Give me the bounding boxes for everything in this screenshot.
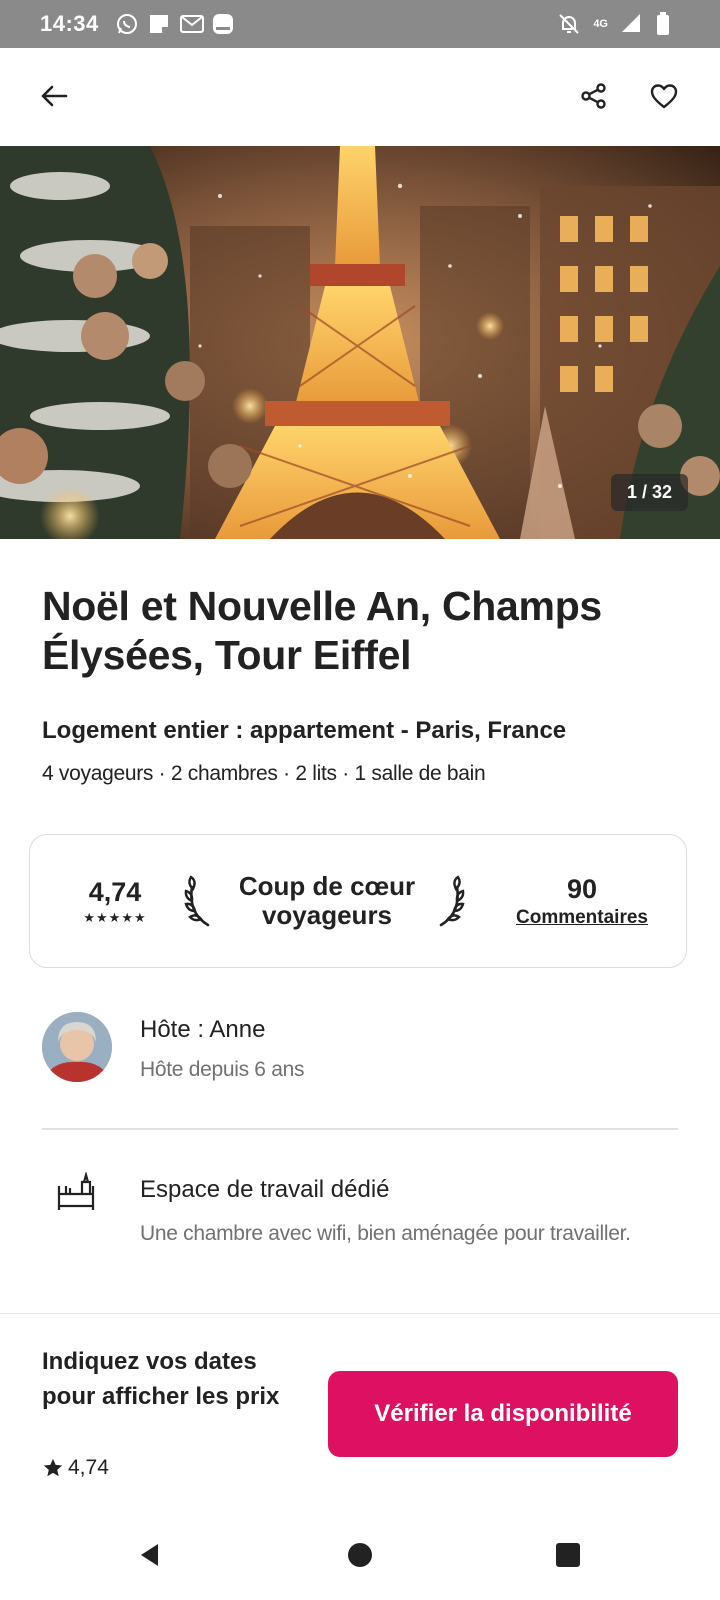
reviews-count: 90 xyxy=(566,873,598,904)
recents-square-icon xyxy=(556,1543,580,1567)
notes-icon xyxy=(147,12,171,36)
status-time: 14:34 xyxy=(40,11,99,36)
system-recents-button[interactable] xyxy=(538,1529,598,1581)
amenity-title: Espace de travail dédié xyxy=(140,1176,390,1203)
app-icon xyxy=(211,12,235,36)
share-button[interactable] xyxy=(570,72,618,120)
laurel-right-icon xyxy=(433,873,465,934)
reviews-summary: 90 Commentaires xyxy=(492,835,672,967)
host-since: Hôte depuis 6 ans xyxy=(140,1058,305,1081)
home-circle-icon xyxy=(348,1543,372,1567)
network-label: 4G xyxy=(593,18,608,30)
laurel-left-icon xyxy=(184,873,216,934)
host-avatar[interactable] xyxy=(42,1012,112,1082)
booking-rating-value: 4,74 xyxy=(68,1456,109,1479)
listing-title: Noël et Nouvelle An, Champs Élysées, Tou… xyxy=(42,583,602,678)
rating-card[interactable]: 4,74 ★★★★★ Coup de cœur voyageurs 90 Com… xyxy=(29,834,687,968)
notification-icons xyxy=(115,12,235,36)
section-divider xyxy=(42,1128,678,1130)
photo-counter: 1 / 32 xyxy=(610,474,688,511)
workspace-desk-icon xyxy=(56,1170,96,1217)
system-navigation-bar xyxy=(0,1511,720,1600)
heart-icon xyxy=(650,84,678,109)
rating-score: 4,74 xyxy=(88,876,142,907)
price-prompt: Indiquez vos dates pour afficher les pri… xyxy=(42,1348,280,1410)
gmail-icon xyxy=(179,12,204,36)
share-icon xyxy=(581,83,606,109)
mute-icon xyxy=(557,12,581,36)
rating-summary: 4,74 ★★★★★ xyxy=(60,835,170,967)
top-navigation xyxy=(0,48,720,146)
system-back-button[interactable] xyxy=(120,1529,180,1581)
battery-icon xyxy=(656,12,680,36)
guest-favorite-badge: Coup de cœur voyageurs xyxy=(220,835,434,967)
reviews-link[interactable]: Commentaires xyxy=(516,907,648,929)
status-bar: 14:34 4G xyxy=(0,0,720,48)
check-availability-button[interactable]: Vérifier la disponibilité xyxy=(328,1371,678,1457)
system-home-button[interactable] xyxy=(330,1529,390,1581)
booking-rating: 4,74 xyxy=(42,1456,109,1480)
rating-stars: ★★★★★ xyxy=(83,909,147,925)
listing-details: 4 voyageurs · 2 chambres · 2 lits · 1 sa… xyxy=(42,762,486,785)
amenity-description: Une chambre avec wifi, bien aménagée pou… xyxy=(140,1222,631,1245)
save-favorite-button[interactable] xyxy=(640,72,688,120)
booking-bar: Indiquez vos dates pour afficher les pri… xyxy=(0,1313,720,1511)
signal-icon xyxy=(620,12,644,36)
back-button[interactable] xyxy=(30,72,78,120)
back-arrow-icon xyxy=(41,85,68,107)
star-icon xyxy=(43,1458,63,1477)
whatsapp-icon xyxy=(115,12,139,36)
host-name: Hôte : Anne xyxy=(140,1016,266,1043)
guest-favorite-label: Coup de cœur voyageurs xyxy=(238,871,416,930)
system-status-icons: 4G xyxy=(557,12,680,36)
listing-subtitle: Logement entier : appartement - Paris, F… xyxy=(42,717,567,744)
back-triangle-icon xyxy=(141,1544,158,1566)
